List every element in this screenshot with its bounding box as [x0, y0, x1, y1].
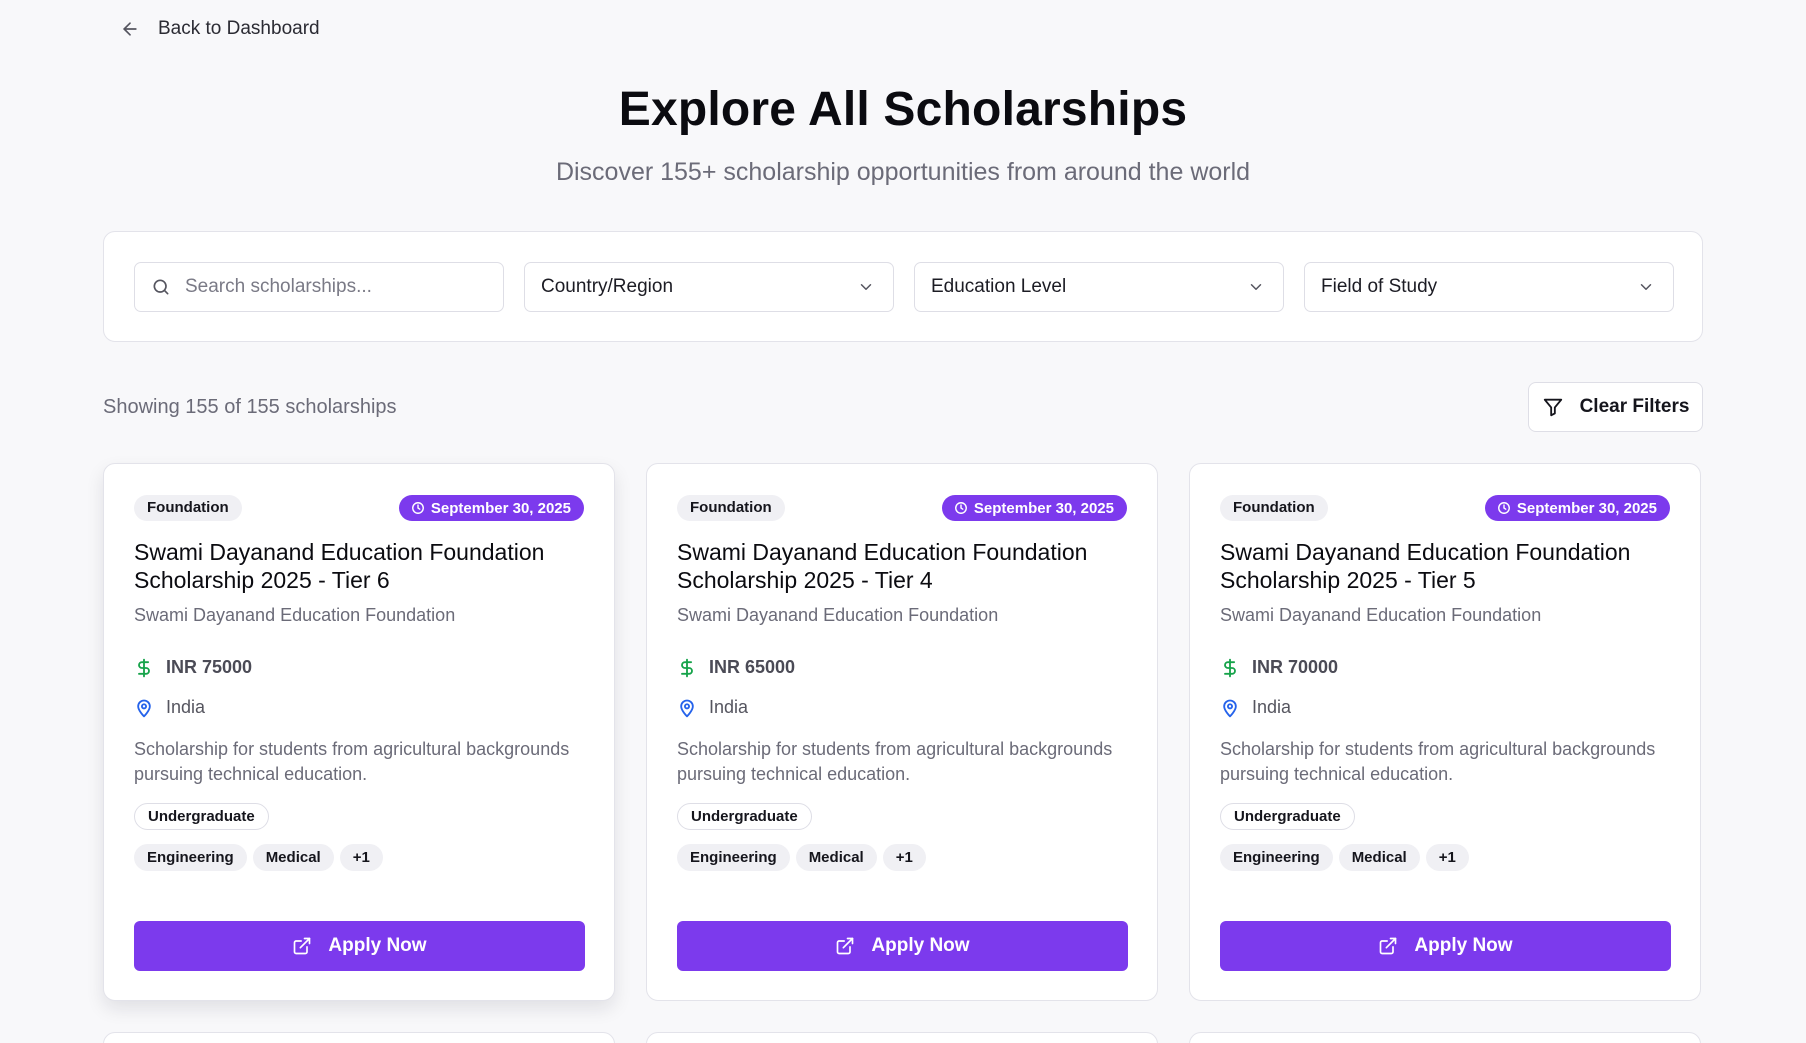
- map-pin-icon: [137, 699, 151, 717]
- scholarship-card[interactable]: Foundation September 30, 2025 Swami Daya…: [103, 463, 615, 1001]
- deadline-badge: September 30, 2025: [1484, 495, 1670, 521]
- external-link-icon: [837, 937, 854, 955]
- apply-now-label: Apply Now: [871, 935, 970, 956]
- scholarship-description: Scholarship for students from agricultur…: [1220, 739, 1656, 784]
- external-link-icon: [294, 937, 311, 955]
- more-tags-count: +1: [1425, 844, 1469, 871]
- field-tag: Engineering: [1220, 844, 1333, 871]
- apply-now-button[interactable]: Apply Now: [134, 921, 585, 971]
- amount-row: INR 65000: [677, 657, 795, 678]
- field-tag: Medical: [1338, 844, 1420, 871]
- back-label: Back to Dashboard: [158, 18, 320, 39]
- location-value: India: [1252, 697, 1292, 717]
- clear-filters-button[interactable]: Clear Filters: [1528, 382, 1703, 432]
- scholarship-description: Scholarship for students from agricultur…: [677, 739, 1113, 784]
- clock-icon: [411, 502, 424, 514]
- location-row: India: [1220, 697, 1291, 718]
- scholarship-card[interactable]: Foundation September 30, 2025 Swami Daya…: [1189, 463, 1701, 1001]
- map-pin-icon: [680, 699, 694, 717]
- field-of-study-label: Field of Study: [1321, 276, 1438, 297]
- scholarship-title: Swami Dayanand Education Foundation Scho…: [677, 539, 1088, 593]
- clock-icon: [954, 502, 967, 514]
- clear-filters-label: Clear Filters: [1579, 396, 1690, 417]
- results-count: Showing 155 of 155 scholarships: [103, 396, 397, 418]
- search-placeholder: Search scholarships...: [185, 276, 372, 297]
- country-region-select[interactable]: Country/Region: [524, 262, 894, 312]
- scholarship-title: Swami Dayanand Education Foundation Scho…: [134, 539, 545, 593]
- location-value: India: [709, 697, 749, 717]
- field-tags: Engineering Medical +1: [677, 844, 926, 871]
- type-badge: Foundation: [677, 495, 785, 521]
- location-value: India: [166, 697, 206, 717]
- apply-now-button[interactable]: Apply Now: [677, 921, 1128, 971]
- education-level-select[interactable]: Education Level: [914, 262, 1284, 312]
- dollar-icon: [681, 658, 693, 677]
- field-tag: Medical: [252, 844, 334, 871]
- amount-row: INR 70000: [1220, 657, 1338, 678]
- amount-value: INR 70000: [1252, 657, 1339, 677]
- education-level-label: Education Level: [931, 276, 1067, 297]
- deadline-badge: September 30, 2025: [941, 495, 1127, 521]
- scholarship-description: Scholarship for students from agricultur…: [134, 739, 570, 784]
- chevron-down-icon: [860, 284, 872, 290]
- filter-panel: Search scholarships... Country/Region Ed…: [103, 231, 1703, 342]
- field-tags: Engineering Medical +1: [134, 844, 383, 871]
- field-tag: Medical: [795, 844, 877, 871]
- education-level-badge: Undergraduate: [134, 803, 269, 830]
- search-input[interactable]: Search scholarships...: [134, 262, 504, 312]
- deadline-date: September 30, 2025: [973, 499, 1114, 517]
- type-badge: Foundation: [134, 495, 242, 521]
- field-tag: Engineering: [677, 844, 790, 871]
- type-badge: Foundation: [1220, 495, 1328, 521]
- page-subtitle: Discover 155+ scholarship opportunities …: [555, 158, 1251, 186]
- apply-now-label: Apply Now: [328, 935, 427, 956]
- external-link-icon: [1380, 937, 1397, 955]
- chevron-down-icon: [1640, 284, 1652, 290]
- dollar-icon: [1224, 658, 1236, 677]
- location-row: India: [134, 697, 205, 718]
- field-tag: Engineering: [134, 844, 247, 871]
- field-tags: Engineering Medical +1: [1220, 844, 1469, 871]
- education-level-badge: Undergraduate: [1220, 803, 1355, 830]
- more-tags-count: +1: [339, 844, 383, 871]
- scholarship-organization: Swami Dayanand Education Foundation: [1220, 605, 1542, 625]
- apply-now-button[interactable]: Apply Now: [1220, 921, 1671, 971]
- page: Back to Dashboard Explore All Scholarshi…: [0, 0, 1806, 1043]
- back-to-dashboard-link[interactable]: Back to Dashboard: [120, 18, 320, 40]
- amount-row: INR 75000: [134, 657, 252, 678]
- deadline-date: September 30, 2025: [430, 499, 571, 517]
- scholarship-organization: Swami Dayanand Education Foundation: [134, 605, 456, 625]
- arrow-left-icon: [123, 22, 137, 36]
- scholarship-card[interactable]: [103, 1032, 615, 1043]
- scholarship-organization: Swami Dayanand Education Foundation: [677, 605, 999, 625]
- amount-value: INR 75000: [166, 657, 253, 677]
- chevron-down-icon: [1250, 284, 1262, 290]
- amount-value: INR 65000: [709, 657, 796, 677]
- scholarship-title: Swami Dayanand Education Foundation Scho…: [1220, 539, 1631, 593]
- scholarship-card[interactable]: Foundation September 30, 2025 Swami Daya…: [646, 463, 1158, 1001]
- field-of-study-select[interactable]: Field of Study: [1304, 262, 1674, 312]
- deadline-date: September 30, 2025: [1516, 499, 1657, 517]
- more-tags-count: +1: [882, 844, 926, 871]
- page-title: Explore All Scholarships: [618, 83, 1188, 136]
- apply-now-label: Apply Now: [1414, 935, 1513, 956]
- scholarship-card[interactable]: [646, 1032, 1158, 1043]
- location-row: India: [677, 697, 748, 718]
- filter-icon: [1543, 398, 1562, 417]
- dollar-icon: [138, 658, 150, 677]
- education-level-badge: Undergraduate: [677, 803, 812, 830]
- clock-icon: [1497, 502, 1510, 514]
- map-pin-icon: [1223, 699, 1237, 717]
- deadline-badge: September 30, 2025: [398, 495, 584, 521]
- country-region-label: Country/Region: [541, 276, 674, 297]
- search-icon: [153, 279, 169, 295]
- scholarship-card[interactable]: [1189, 1032, 1701, 1043]
